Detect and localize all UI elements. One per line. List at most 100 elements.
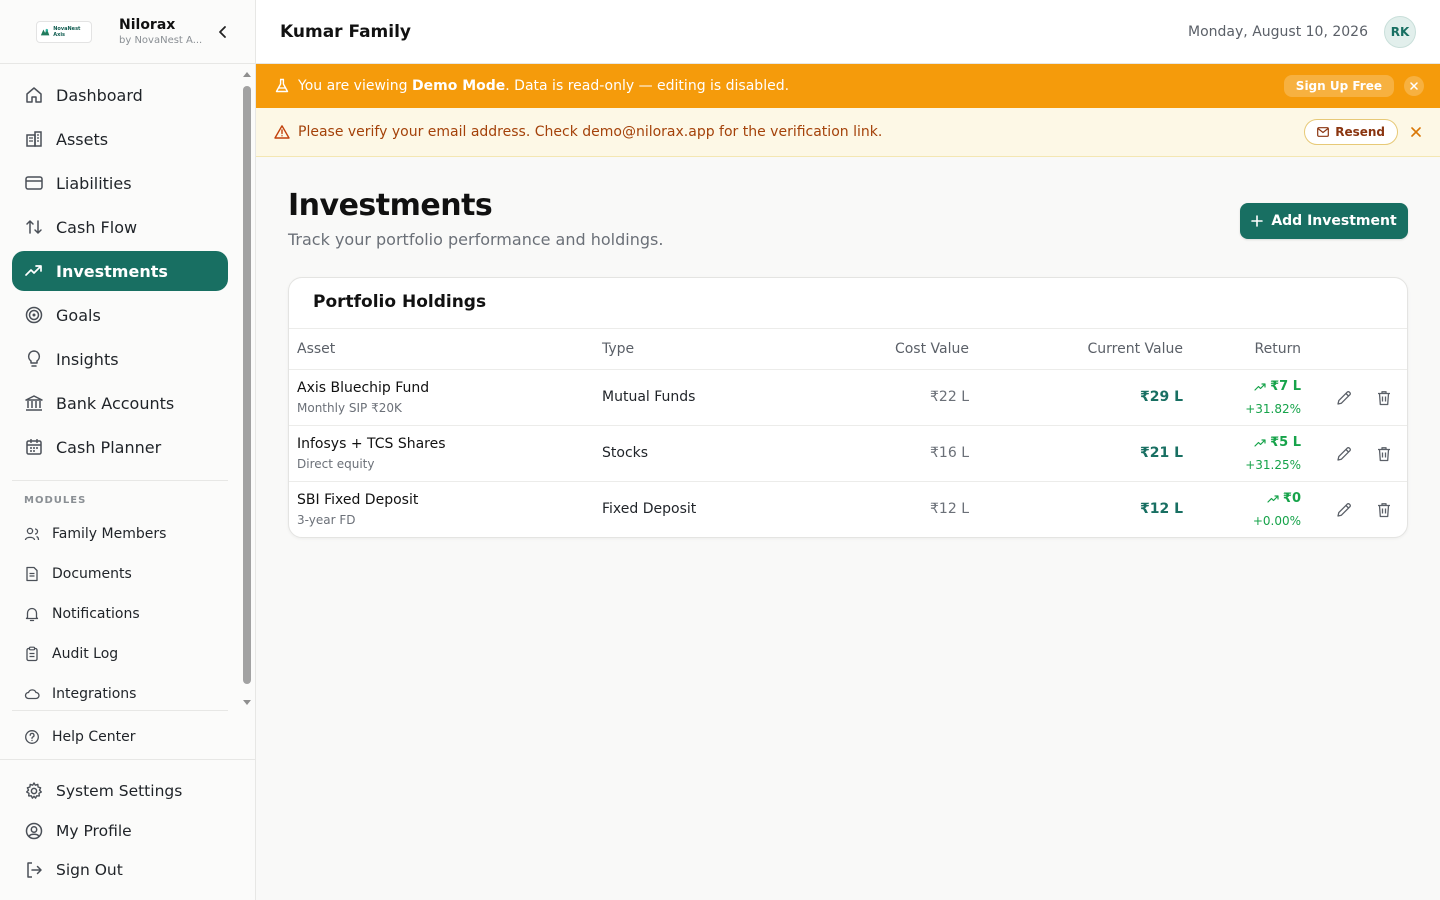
sidebar-item-family-members[interactable]: Family Members <box>12 517 228 551</box>
sidebar-item-label: Assets <box>56 129 109 149</box>
help-center-link[interactable]: Help Center <box>12 722 228 752</box>
sidebar-item-cash-flow[interactable]: Cash Flow <box>12 207 228 247</box>
gear-icon <box>26 782 42 799</box>
return-percent: +31.82% <box>1245 402 1301 416</box>
sidebar-item-label: Bank Accounts <box>56 393 175 413</box>
family-name: Kumar Family <box>280 21 412 42</box>
demo-banner-close-button[interactable] <box>1404 76 1424 96</box>
avatar[interactable]: RK <box>1384 15 1416 48</box>
asset-note: Direct equity <box>297 457 375 471</box>
sidebar-item-label: Goals <box>56 305 101 325</box>
return-percent: +0.00% <box>1252 514 1301 528</box>
scroll-up-arrow[interactable] <box>243 72 251 77</box>
asset-note: Monthly SIP ₹20K <box>297 401 402 415</box>
bell-icon <box>25 607 39 622</box>
scroll-thumb[interactable] <box>243 86 251 684</box>
mail-icon <box>1317 127 1330 137</box>
flask-icon <box>275 78 289 93</box>
sidebar-item-label: Liabilities <box>56 173 132 193</box>
cost-value: ₹16 L <box>930 445 969 461</box>
current-date: Monday, August 10, 2026 <box>1188 23 1368 40</box>
document-icon <box>26 566 38 582</box>
asset-name: Infosys + TCS Shares <box>297 436 446 452</box>
warning-icon <box>274 125 290 139</box>
column-header-return: Return <box>1254 341 1301 357</box>
sidebar-item-goals[interactable]: Goals <box>12 295 228 335</box>
demo-banner-text: You are viewing Demo Mode. Data is read-… <box>298 78 790 94</box>
sidebar-item-investments[interactable]: Investments <box>12 251 228 291</box>
collapse-sidebar-button[interactable] <box>214 22 232 42</box>
user-circle-icon <box>25 822 43 840</box>
demo-mode-label: Demo Mode <box>412 78 506 94</box>
asset-type: Fixed Deposit <box>602 501 697 517</box>
column-header-asset: Asset <box>297 341 336 357</box>
asset-note: 3-year FD <box>297 513 356 527</box>
close-icon[interactable] <box>1408 124 1424 140</box>
sidebar-item-bank-accounts[interactable]: Bank Accounts <box>12 383 228 423</box>
return-amount: ₹0 <box>1282 491 1301 506</box>
return-value: ₹5 L <box>1254 435 1301 450</box>
sidebar-divider <box>12 710 228 711</box>
edit-pencil-icon[interactable] <box>1335 445 1353 463</box>
plus-icon <box>1251 215 1264 227</box>
table-row: Axis Bluechip Fund Monthly SIP ₹20K Mutu… <box>289 370 1407 426</box>
current-value: ₹21 L <box>1139 445 1183 461</box>
sign-out-button[interactable]: Sign Out <box>12 853 228 887</box>
sidebar-nav: Dashboard Assets Liabilities Cash Flow I… <box>0 64 255 710</box>
trending-up-icon <box>25 265 42 276</box>
sidebar-item-label: Documents <box>52 566 132 582</box>
column-header-cost-value: Cost Value <box>894 341 969 357</box>
column-header-type: Type <box>602 341 635 357</box>
trending-up-icon <box>1254 438 1266 447</box>
trash-icon[interactable] <box>1375 389 1393 407</box>
sidebar-item-label: Cash Planner <box>56 437 162 457</box>
clipboard-icon <box>26 646 38 662</box>
sign-up-free-button[interactable]: Sign Up Free <box>1283 75 1394 97</box>
page-title: Investments <box>288 188 493 223</box>
lightbulb-icon <box>27 350 41 367</box>
logo-text: NovaNest Axis <box>53 25 81 38</box>
sidebar-bottom-divider <box>0 759 255 760</box>
return-amount: ₹5 L <box>1270 435 1301 450</box>
sidebar-item-dashboard[interactable]: Dashboard <box>12 75 228 115</box>
edit-pencil-icon[interactable] <box>1335 501 1353 519</box>
table-row: SBI Fixed Deposit 3-year FD Fixed Deposi… <box>289 482 1407 537</box>
page-subtitle: Track your portfolio performance and hol… <box>288 230 664 249</box>
resend-label: Resend <box>1335 125 1385 139</box>
sidebar-item-label: Sign Out <box>56 861 123 879</box>
sidebar-item-label: Family Members <box>52 526 167 542</box>
return-percent: +31.25% <box>1245 458 1301 472</box>
sidebar-item-assets[interactable]: Assets <box>12 119 228 159</box>
sidebar-item-cash-planner[interactable]: Cash Planner <box>12 427 228 467</box>
sidebar-item-integrations[interactable]: Integrations <box>12 677 228 710</box>
asset-type: Stocks <box>602 445 649 461</box>
sidebar-item-label: Cash Flow <box>56 217 138 237</box>
sidebar-item-my-profile[interactable]: My Profile <box>12 814 228 848</box>
trash-icon[interactable] <box>1375 445 1393 463</box>
verify-banner-text: Please verify your email address. Check … <box>298 124 883 140</box>
bank-icon <box>25 395 43 411</box>
verify-email-banner: Please verify your email address. Check … <box>256 108 1440 157</box>
sidebar-item-audit-log[interactable]: Audit Log <box>12 637 228 671</box>
building-icon <box>26 131 42 147</box>
current-value: ₹12 L <box>1139 501 1183 517</box>
trash-icon[interactable] <box>1375 501 1393 519</box>
add-investment-button[interactable]: Add Investment <box>1240 203 1408 239</box>
target-icon <box>25 306 43 324</box>
sidebar-scrollbar[interactable] <box>243 68 251 708</box>
sidebar-item-system-settings[interactable]: System Settings <box>12 774 228 808</box>
calendar-icon <box>26 439 42 455</box>
sidebar-item-insights[interactable]: Insights <box>12 339 228 379</box>
scroll-down-arrow[interactable] <box>243 700 251 705</box>
sidebar-item-documents[interactable]: Documents <box>12 557 228 591</box>
sidebar-item-liabilities[interactable]: Liabilities <box>12 163 228 203</box>
sidebar-divider <box>12 480 228 481</box>
edit-pencil-icon[interactable] <box>1335 389 1353 407</box>
home-icon <box>26 87 42 103</box>
brand-name: Nilorax <box>119 17 176 33</box>
table-header: Asset Type Cost Value Current Value Retu… <box>289 329 1407 370</box>
resend-button[interactable]: Resend <box>1304 119 1398 145</box>
cost-value: ₹12 L <box>930 501 969 517</box>
sidebar-item-notifications[interactable]: Notifications <box>12 597 228 631</box>
add-investment-label: Add Investment <box>1271 213 1397 229</box>
